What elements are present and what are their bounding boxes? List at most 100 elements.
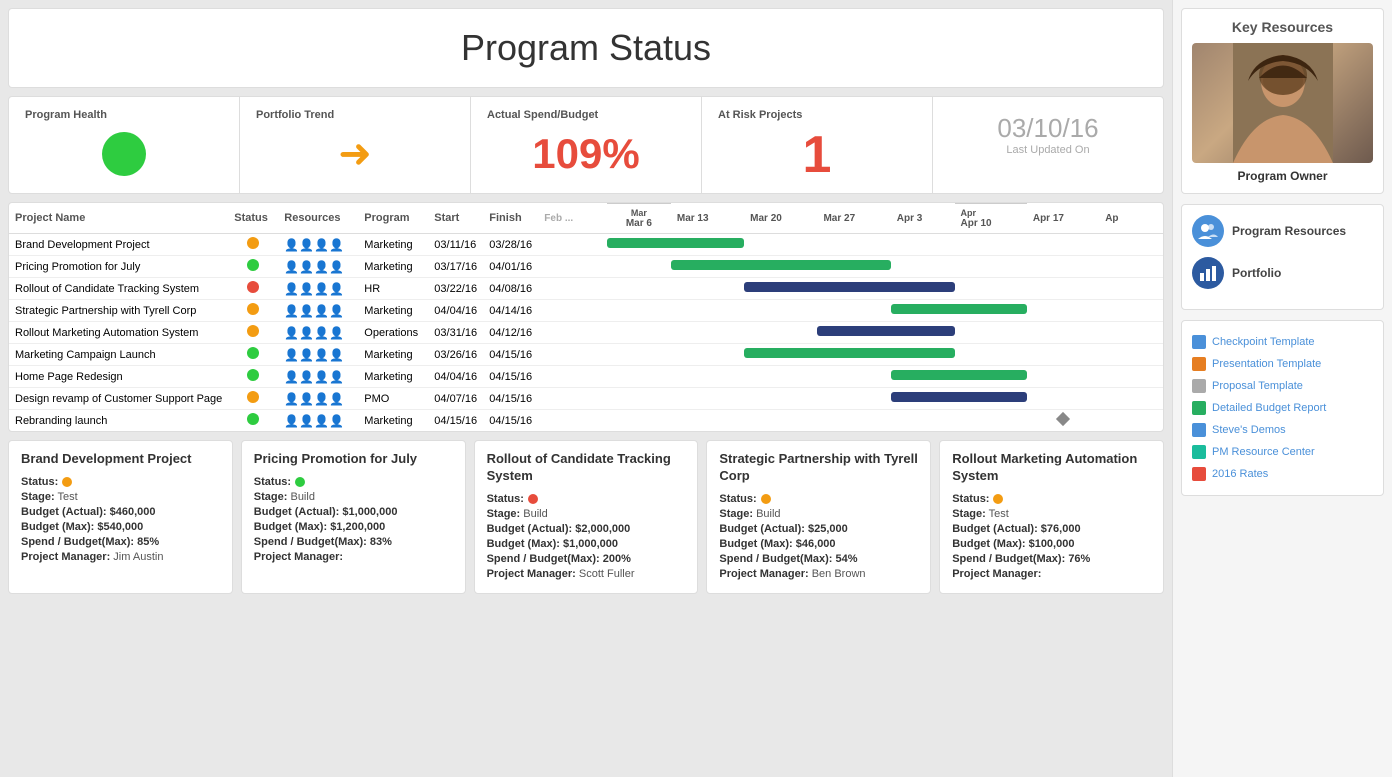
link-icon: [1192, 401, 1206, 415]
gantt-cell-5-3: [744, 344, 817, 366]
sidebar-link-item[interactable]: Proposal Template: [1192, 375, 1373, 397]
gantt-cell-6-0: [538, 366, 607, 388]
project-card: Rollout Marketing Automation System Stat…: [939, 440, 1164, 594]
project-start-cell: 03/11/16: [428, 234, 483, 256]
status-indicator: [247, 391, 259, 403]
project-name-cell: Brand Development Project: [9, 234, 228, 256]
actual-spend-title: Actual Spend/Budget: [487, 109, 685, 121]
col-header-program: Program: [358, 204, 428, 234]
project-name-cell: Pricing Promotion for July: [9, 256, 228, 278]
project-program-cell: HR: [358, 278, 428, 300]
last-updated-label: Last Updated On: [997, 144, 1098, 156]
card-status-field: Status:: [952, 493, 1151, 505]
resource-person-icon: 👤: [284, 282, 299, 296]
card-spend-field: Spend / Budget(Max): 54%: [719, 553, 918, 565]
project-resources-cell: 👤👤👤👤: [278, 322, 358, 344]
project-start-cell: 04/07/16: [428, 388, 483, 410]
card-budget-actual-field: Budget (Actual): $25,000: [719, 523, 918, 535]
gantt-cell-2-1: [607, 278, 671, 300]
card-budget-actual-field: Budget (Actual): $460,000: [21, 506, 220, 518]
resource-person-icon: 👤: [299, 304, 314, 318]
gantt-cell-5-1: [607, 344, 671, 366]
sidebar-link-item[interactable]: Detailed Budget Report: [1192, 397, 1373, 419]
page-title: Program Status: [27, 27, 1145, 69]
resource-person-icon: 👤: [299, 392, 314, 406]
gantt-diamond: [1056, 412, 1070, 426]
portfolio-item[interactable]: Portfolio: [1192, 257, 1373, 289]
link-label: PM Resource Center: [1212, 446, 1315, 458]
project-start-cell: 04/15/16: [428, 410, 483, 432]
status-indicator: [247, 413, 259, 425]
gantt-cell-7-6: [955, 388, 1027, 410]
card-status-field: Status:: [487, 493, 686, 505]
at-risk-title: At Risk Projects: [718, 109, 916, 121]
sidebar-link-item[interactable]: Steve's Demos: [1192, 419, 1373, 441]
gantt-cell-0-3: [744, 234, 817, 256]
health-row: Program Health Portfolio Trend ➜ Actual …: [8, 96, 1164, 194]
gantt-bar: [671, 238, 744, 248]
gantt-bar: [955, 392, 1027, 402]
gantt-cell-6-7: [1027, 366, 1099, 388]
title-bar: Program Status: [8, 8, 1164, 88]
resource-person-icon: 👤: [284, 414, 299, 428]
project-resources-cell: 👤👤👤👤: [278, 388, 358, 410]
card-project-name: Brand Development Project: [21, 451, 220, 468]
card-spend-field: Spend / Budget(Max): 83%: [254, 536, 453, 548]
table-row: Strategic Partnership with Tyrell Corp👤👤…: [9, 300, 1163, 322]
resource-person-icon: 👤: [329, 282, 344, 296]
last-updated-card: 03/10/16 Last Updated On: [933, 97, 1163, 193]
gantt-bar: [817, 282, 890, 292]
gantt-cell-8-0: [538, 410, 607, 432]
project-resources-cell: 👤👤👤👤: [278, 410, 358, 432]
actual-spend-value: 109%: [487, 129, 685, 179]
gantt-cell-3-7: [1027, 300, 1099, 322]
resource-person-icon: 👤: [284, 304, 299, 318]
project-status-cell: [228, 300, 278, 322]
gantt-cell-4-4: [817, 322, 890, 344]
project-status-cell: [228, 234, 278, 256]
project-card: Rollout of Candidate Tracking System Sta…: [474, 440, 699, 594]
link-icon: [1192, 357, 1206, 371]
gantt-cell-6-5: [891, 366, 955, 388]
card-pm-field: Project Manager: Jim Austin: [21, 551, 220, 563]
resource-person-icon: 👤: [314, 260, 329, 274]
col-header-name: Project Name: [9, 204, 228, 234]
status-indicator: [247, 303, 259, 315]
project-finish-cell: 04/08/16: [483, 278, 538, 300]
gantt-cell-5-7: [1027, 344, 1099, 366]
gantt-cell-7-0: [538, 388, 607, 410]
project-status-cell: [228, 322, 278, 344]
resource-person-icon: 👤: [329, 304, 344, 318]
gantt-bar: [891, 392, 955, 402]
program-resources-item[interactable]: Program Resources: [1192, 215, 1373, 247]
project-resources-cell: 👤👤👤👤: [278, 366, 358, 388]
gantt-cell-8-2: [671, 410, 744, 432]
gantt-cell-6-3: [744, 366, 817, 388]
gantt-bar: [671, 260, 744, 270]
project-finish-cell: 04/15/16: [483, 410, 538, 432]
gantt-col-feb: Feb ...: [538, 204, 607, 234]
project-table-area: Project Name Status Resources Program St…: [8, 202, 1164, 432]
col-header-resources: Resources: [278, 204, 358, 234]
sidebar-link-item[interactable]: Presentation Template: [1192, 353, 1373, 375]
project-finish-cell: 04/01/16: [483, 256, 538, 278]
card-status-dot: [993, 494, 1003, 504]
card-budget-actual-field: Budget (Actual): $2,000,000: [487, 523, 686, 535]
sidebar-link-item[interactable]: Checkpoint Template: [1192, 331, 1373, 353]
portfolio-trend-value: ➜: [256, 129, 454, 179]
resource-person-icon: 👤: [329, 414, 344, 428]
col-header-status: Status: [228, 204, 278, 234]
status-indicator: [247, 259, 259, 271]
sidebar-header-section: Key Resources Program Owner: [1181, 8, 1384, 194]
project-name-cell: Design revamp of Customer Support Page: [9, 388, 228, 410]
gantt-cell-1-1: [607, 256, 671, 278]
gantt-cell-6-1: [607, 366, 671, 388]
bottom-cards-row: Brand Development Project Status: Stage:…: [8, 440, 1164, 594]
sidebar-link-item[interactable]: 2016 Rates: [1192, 463, 1373, 485]
card-project-name: Pricing Promotion for July: [254, 451, 453, 468]
gantt-cell-5-0: [538, 344, 607, 366]
resource-person-icon: 👤: [284, 370, 299, 384]
sidebar-link-item[interactable]: PM Resource Center: [1192, 441, 1373, 463]
gantt-cell-5-6: [955, 344, 1027, 366]
portfolio-trend-title: Portfolio Trend: [256, 109, 454, 121]
